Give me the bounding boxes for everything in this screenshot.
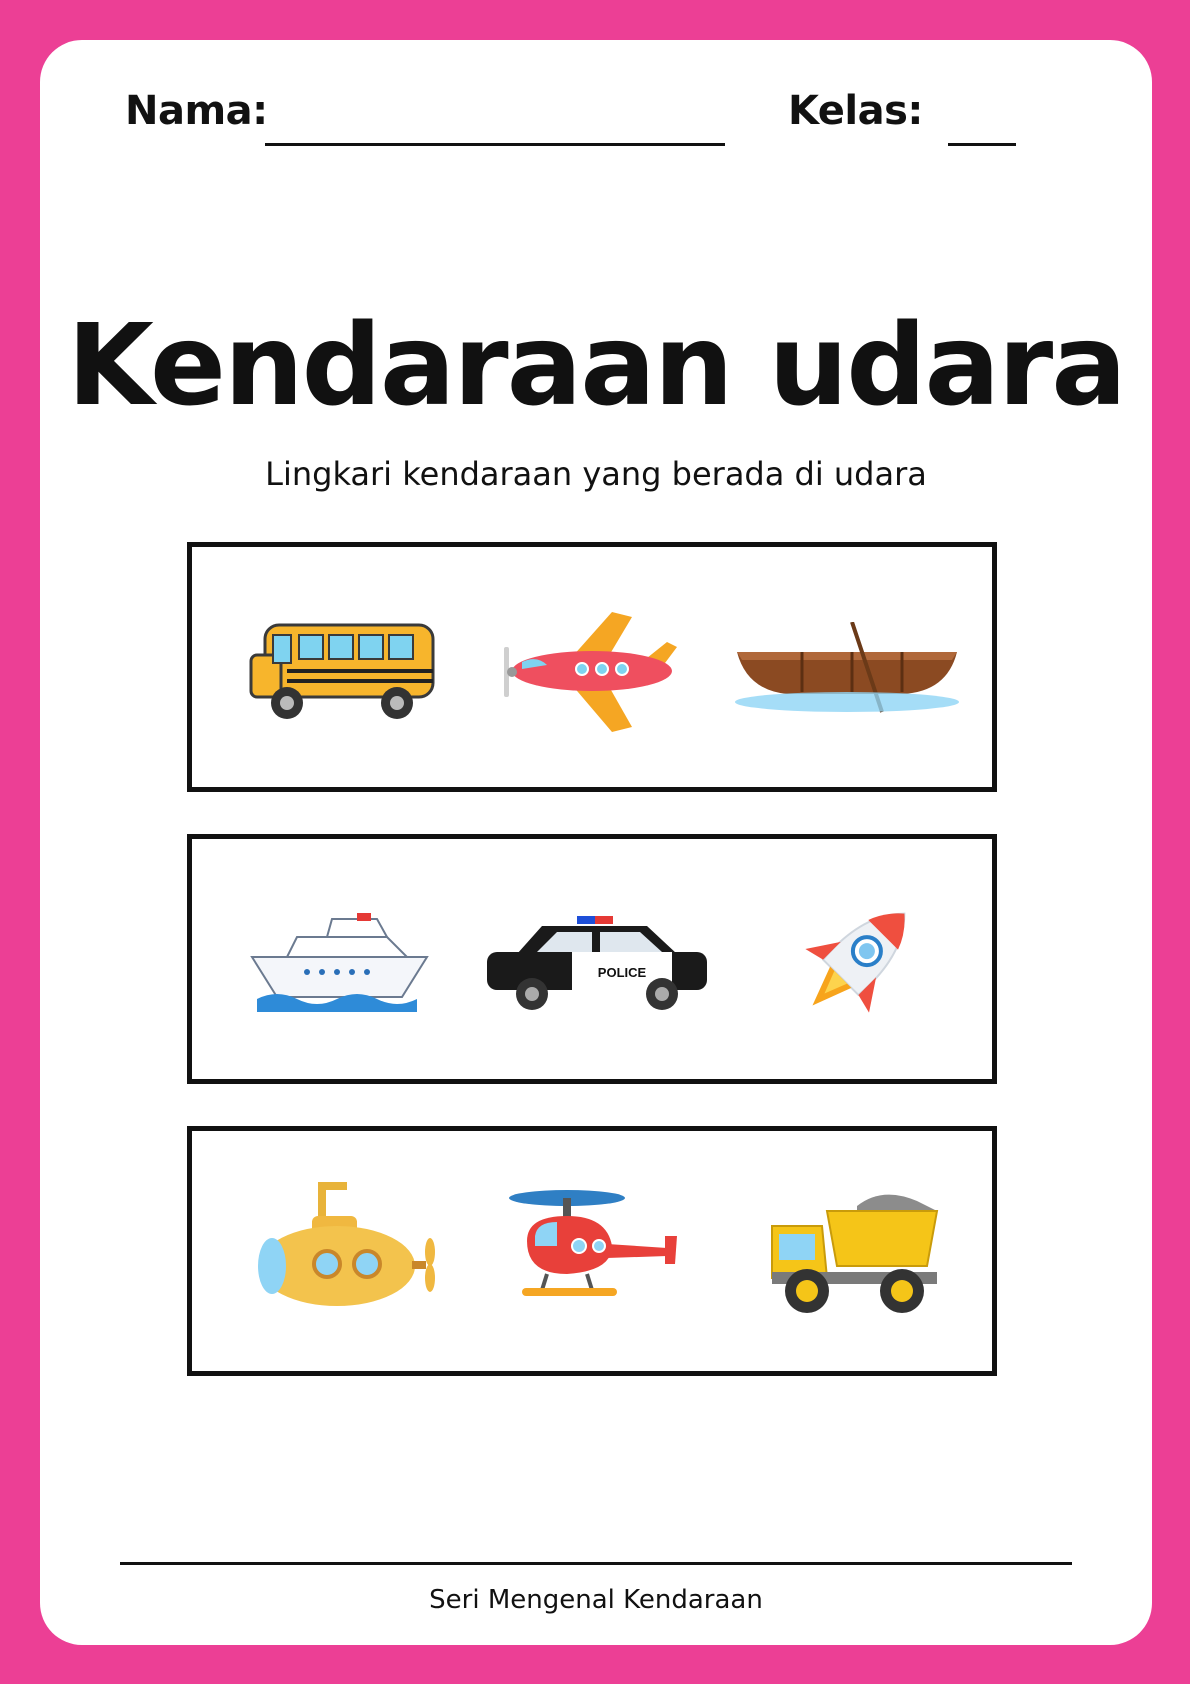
ship-icon[interactable] [247,907,437,1017]
dump-truck-icon[interactable] [767,1186,947,1316]
police-car-icon[interactable]: POLICE [482,914,712,1014]
name-input-line[interactable] [265,143,725,146]
name-label: Nama: [125,88,268,134]
page-title: Kendaraan udara [67,301,1127,431]
worksheet-page: Nama: Kelas: Kendaraan udara Lingkari ke… [40,40,1152,1645]
helicopter-icon[interactable] [507,1186,697,1311]
footer-divider [120,1562,1072,1565]
vehicle-row-1 [187,542,997,792]
instruction-text: Lingkari kendaraan yang berada di udara [265,455,927,493]
class-label: Kelas: [788,88,923,134]
class-input-line[interactable] [948,143,1016,146]
rocket-icon[interactable] [782,889,932,1034]
submarine-icon[interactable] [252,1176,442,1316]
vehicle-row-3 [187,1126,997,1376]
airplane-icon[interactable] [492,607,682,737]
footer-text: Seri Mengenal Kendaraan [429,1585,763,1615]
vehicle-row-2: POLICE [187,834,997,1084]
rowboat-icon[interactable] [732,622,962,722]
police-label: POLICE [598,965,647,980]
bus-icon[interactable] [247,617,437,727]
